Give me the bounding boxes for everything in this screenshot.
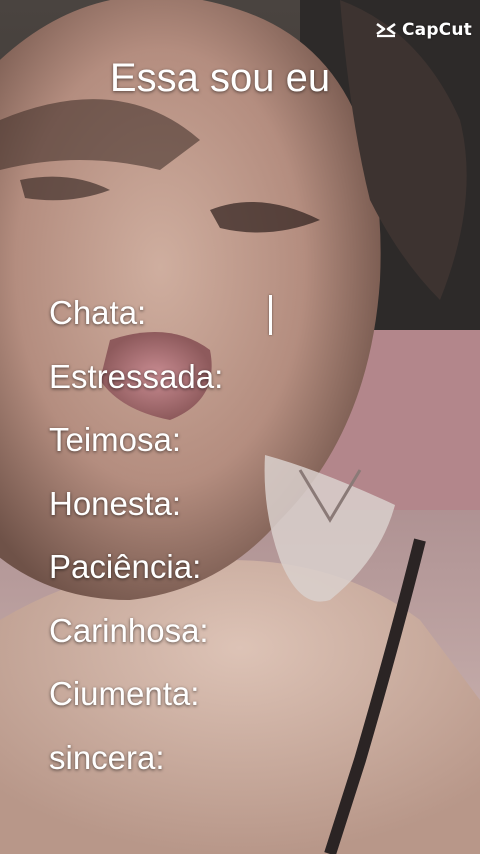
trait-paciencia: Paciência: xyxy=(49,548,202,585)
trait-sincera: sincera: xyxy=(49,738,165,776)
trait-list: Chata: Estressada: Teimosa: Honesta: Pac… xyxy=(49,290,223,798)
trait-honesta: Honesta: xyxy=(49,484,182,522)
trait-ciumenta: Ciumenta: xyxy=(49,675,200,712)
text-cursor xyxy=(269,295,272,335)
overlay-title: Essa sou eu xyxy=(109,56,331,100)
trait-estressada: Estressada: xyxy=(49,357,224,395)
capcut-watermark: CapCut xyxy=(375,20,472,40)
trait-teimosa: Teimosa: xyxy=(49,421,182,458)
trait-carinhosa: Carinhosa: xyxy=(49,611,209,649)
video-frame: CapCut Essa sou eu Chata: Estressada: Te… xyxy=(0,0,480,854)
watermark-label: CapCut xyxy=(401,20,472,40)
capcut-logo-icon xyxy=(376,22,396,38)
trait-chata: Chata: xyxy=(49,294,147,331)
